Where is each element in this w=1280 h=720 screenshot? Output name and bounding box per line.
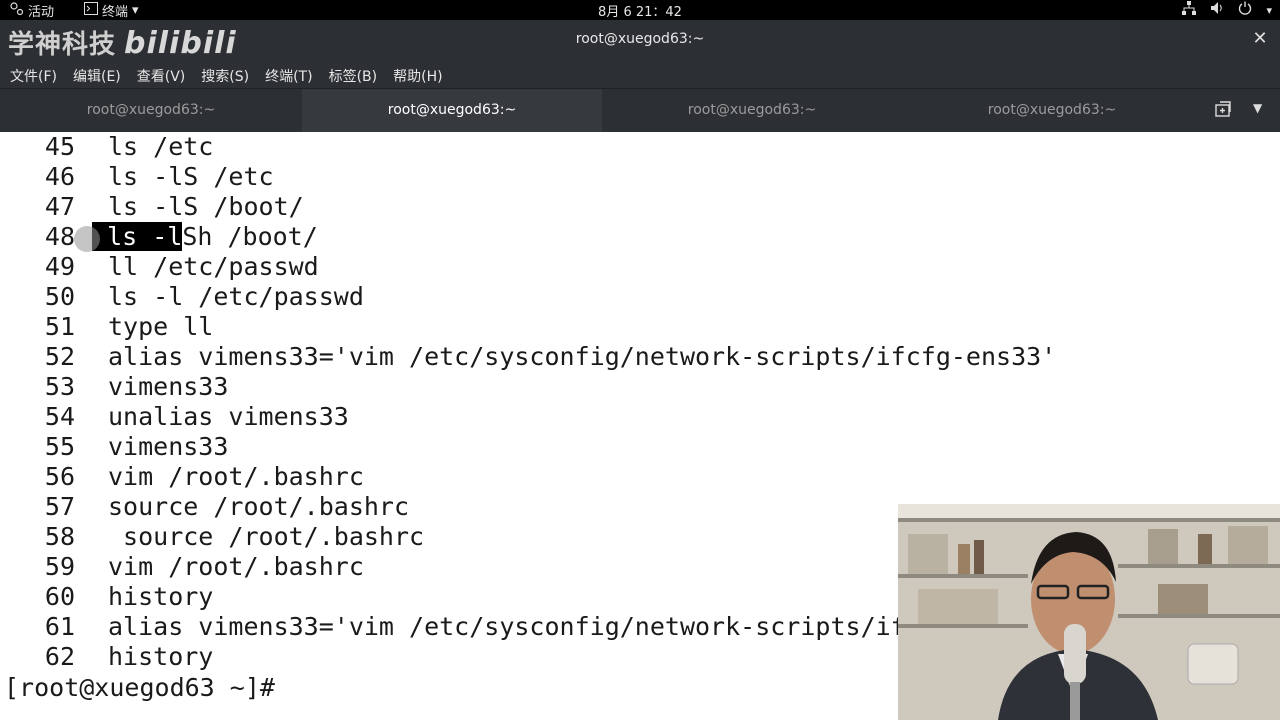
command-text: source /root/.bashrc (108, 492, 410, 521)
volume-icon (1210, 1, 1224, 19)
command-text: vim /root/.bashrc (108, 552, 364, 581)
shell-prompt: [root@xuegod63 ~]# (4, 673, 275, 702)
command-text: vimens33 (108, 372, 229, 401)
line-number: 56 (44, 462, 75, 491)
menu-edit[interactable]: 编辑(E) (73, 62, 121, 88)
menu-bar: 文件(F) 编辑(E) 查看(V) 搜索(S) 终端(T) 标签(B) 帮助(H… (0, 62, 1280, 88)
command-text: history (108, 642, 214, 671)
new-tab-icon (1215, 101, 1231, 117)
line-number: 50 (44, 282, 75, 311)
line-number: 59 (44, 552, 75, 581)
terminal-icon (84, 2, 98, 19)
clock[interactable]: 8月 6 21：42 (598, 5, 682, 20)
tab-4[interactable]: root@xuegod63:~ (902, 89, 1202, 133)
menu-file[interactable]: 文件(F) (10, 62, 57, 88)
line-number: 55 (44, 432, 75, 461)
network-icon (1182, 1, 1197, 19)
status-area[interactable]: ▾ (1182, 1, 1272, 19)
command-text: vimens33 (108, 432, 229, 461)
line-number: 49 (44, 252, 75, 281)
line-number: 45 (44, 132, 75, 161)
mouse-cursor-indicator (74, 226, 100, 252)
menu-search[interactable]: 搜索(S) (201, 62, 249, 88)
line-number: 61 (44, 612, 75, 641)
system-top-bar: 活动 终端 ▾ 8月 6 21：42 ▾ (0, 0, 1280, 20)
command-text: ls -lS /boot/ (108, 192, 304, 221)
command-text: source /root/.bashrc (108, 522, 425, 551)
tab-list-button[interactable]: ▼ (1253, 101, 1262, 115)
command-text: vim /root/.bashrc (108, 462, 364, 491)
line-number: 60 (44, 582, 75, 611)
line-number: 52 (44, 342, 75, 371)
tab-label: root@xuegod63:~ (687, 102, 817, 118)
app-menu-label: 终端 (102, 5, 129, 20)
logo-brand: bilibili (124, 26, 237, 61)
command-text: type ll (108, 312, 214, 341)
power-icon (1238, 1, 1252, 19)
close-icon: ✕ (1252, 28, 1268, 49)
command-text: unalias vimens33 (108, 402, 349, 431)
line-number: 51 (44, 312, 75, 341)
line-number: 57 (44, 492, 75, 521)
command-text: alias vimens33='vim /etc/sysconfig/netwo… (108, 612, 906, 641)
menu-view[interactable]: 查看(V) (137, 62, 186, 88)
menu-terminal[interactable]: 终端(T) (265, 62, 312, 88)
tab-label: root@xuegod63:~ (86, 102, 216, 118)
command-text: ls -lS /etc (108, 162, 274, 191)
close-button[interactable]: ✕ (1250, 29, 1270, 49)
command-text: ls -l /etc/passwd (108, 282, 364, 311)
watermark-logo: 学神科技 bilibili (8, 24, 237, 61)
command-text: history (108, 582, 214, 611)
presenter-video-image (898, 504, 1280, 720)
tab-2[interactable]: root@xuegod63:~ (302, 89, 602, 133)
command-text: ls /etc (108, 132, 214, 161)
line-number: 54 (44, 402, 75, 431)
command-text: ll /etc/passwd (108, 252, 319, 281)
chevron-down-icon: ▾ (132, 3, 139, 18)
line-number: 62 (44, 642, 75, 671)
menu-tabs[interactable]: 标签(B) (329, 62, 378, 88)
window-title-bar[interactable]: 学神科技 bilibili root@xuegod63:~ ✕ (0, 20, 1280, 62)
line-number: 58 (44, 522, 75, 551)
logo-text: 学神科技 (8, 30, 117, 60)
text-selection: ls -l (92, 222, 183, 251)
new-tab-button[interactable] (1215, 101, 1231, 121)
tab-label: root@xuegod63:~ (987, 102, 1117, 118)
tab-3[interactable]: root@xuegod63:~ (602, 89, 902, 133)
line-number: 53 (44, 372, 75, 401)
app-menu-button[interactable]: 终端 ▾ (84, 1, 139, 20)
webcam-overlay (898, 504, 1280, 720)
activities-label: 活动 (28, 5, 55, 20)
line-number: 48 (44, 222, 75, 251)
chevron-down-icon: ▼ (1253, 101, 1263, 115)
tab-1[interactable]: root@xuegod63:~ (0, 89, 302, 133)
command-text: ls -lSh /boot/ (92, 222, 318, 252)
tab-label: root@xuegod63:~ (387, 102, 517, 118)
line-number: 46 (44, 162, 75, 191)
chevron-down-icon: ▾ (1266, 3, 1272, 17)
command-text: alias vimens33='vim /etc/sysconfig/netwo… (108, 342, 1057, 371)
activities-button[interactable]: 活动 (10, 1, 54, 20)
menu-help[interactable]: 帮助(H) (393, 62, 442, 88)
tab-bar: root@xuegod63:~ root@xuegod63:~ root@xue… (0, 88, 1280, 133)
line-number: 47 (44, 192, 75, 221)
activities-icon (10, 1, 24, 20)
